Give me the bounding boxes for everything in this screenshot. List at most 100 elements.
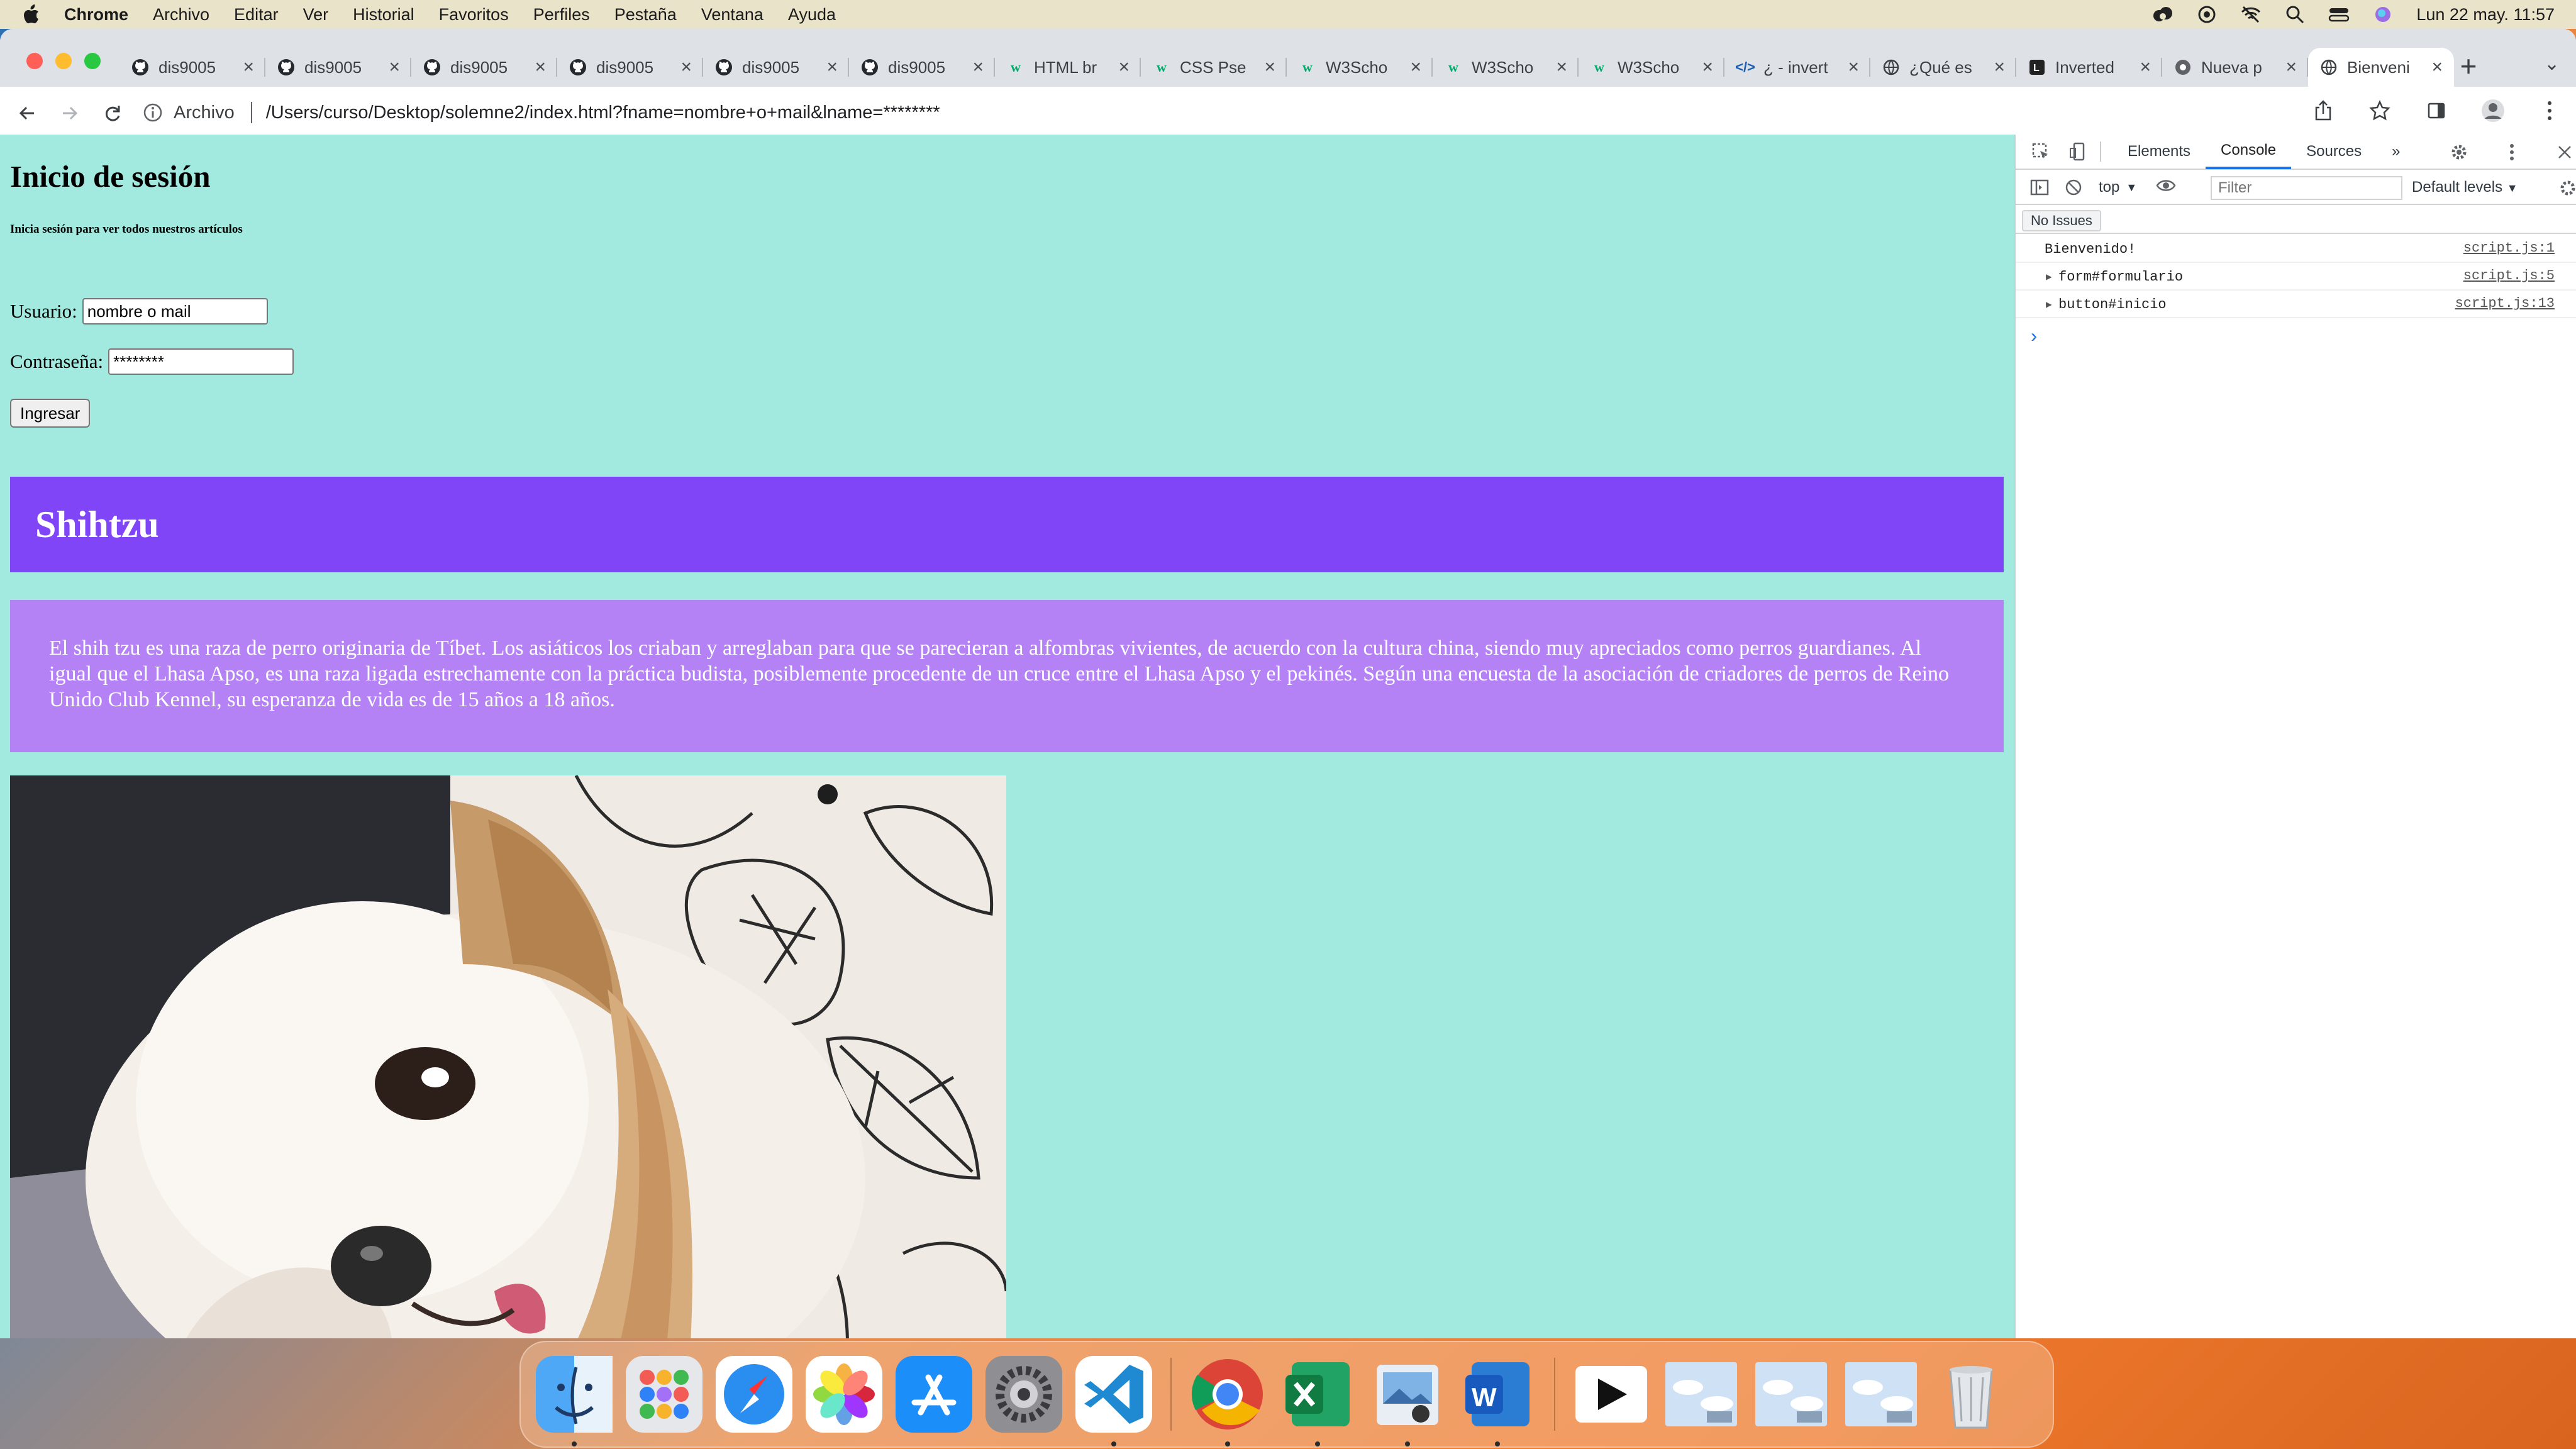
console-prompt-chevron-icon[interactable]: › bbox=[2028, 327, 2040, 348]
creative-cloud-icon[interactable] bbox=[2152, 5, 2174, 24]
issues-badge[interactable]: No Issues bbox=[2022, 210, 2101, 231]
close-window-button[interactable] bbox=[26, 53, 43, 69]
devtools-menu-icon[interactable] bbox=[2499, 140, 2524, 165]
close-tab-icon[interactable]: × bbox=[2285, 57, 2297, 78]
tab-search-chevron-icon[interactable]: ⌄ bbox=[2544, 53, 2560, 75]
close-tab-icon[interactable]: × bbox=[2431, 57, 2443, 78]
close-tab-icon[interactable]: × bbox=[389, 57, 400, 78]
browser-tab[interactable]: w W3Scho × bbox=[1579, 48, 1724, 87]
search-icon[interactable] bbox=[2284, 5, 2306, 24]
console-message-row[interactable]: ▶ button#inicio script.js:13 bbox=[2016, 291, 2576, 318]
close-tab-icon[interactable]: × bbox=[243, 57, 254, 78]
browser-tab[interactable]: w W3Scho × bbox=[1433, 48, 1579, 87]
close-tab-icon[interactable]: × bbox=[2140, 57, 2151, 78]
zoom-window-button[interactable] bbox=[84, 53, 101, 69]
console-source-link[interactable]: script.js:5 bbox=[2463, 268, 2555, 284]
status-circle-icon[interactable] bbox=[2196, 5, 2218, 24]
console-filter-input[interactable] bbox=[2211, 176, 2402, 200]
menu-historial[interactable]: Historial bbox=[353, 5, 414, 25]
window-thumbnail-icon[interactable] bbox=[1753, 1356, 1829, 1433]
browser-tab[interactable]: dis9005 × bbox=[411, 48, 557, 87]
share-icon[interactable] bbox=[2309, 97, 2337, 125]
context-dropdown-icon[interactable]: ▼ bbox=[2126, 181, 2137, 194]
minimize-window-button[interactable] bbox=[55, 53, 72, 69]
browser-tab[interactable]: w HTML br × bbox=[995, 48, 1141, 87]
expand-triangle-icon[interactable]: ▶ bbox=[2046, 270, 2052, 283]
back-button[interactable] bbox=[11, 97, 43, 129]
close-tab-icon[interactable]: × bbox=[1556, 57, 1567, 78]
app-store-icon[interactable] bbox=[896, 1356, 972, 1433]
settings-gear-icon[interactable] bbox=[2446, 140, 2472, 165]
menu-perfiles[interactable]: Perfiles bbox=[533, 5, 590, 25]
reload-button[interactable] bbox=[97, 97, 128, 129]
close-tab-icon[interactable]: × bbox=[826, 57, 838, 78]
browser-tab[interactable]: Nueva p × bbox=[2162, 48, 2308, 87]
close-tab-icon[interactable]: × bbox=[1410, 57, 1421, 78]
close-tab-icon[interactable]: × bbox=[1994, 57, 2005, 78]
browser-tab[interactable]: Bienveni × bbox=[2308, 48, 2454, 87]
menu-ventana[interactable]: Ventana bbox=[701, 5, 763, 25]
menubar-clock[interactable]: Lun 22 may. 11:57 bbox=[2416, 5, 2555, 25]
tab-console[interactable]: Console bbox=[2206, 134, 2292, 169]
close-tab-icon[interactable]: × bbox=[1702, 57, 1713, 78]
launchpad-icon[interactable] bbox=[626, 1356, 702, 1433]
close-tab-icon[interactable]: × bbox=[535, 57, 546, 78]
device-toolbar-icon[interactable] bbox=[2066, 139, 2091, 164]
browser-tab[interactable]: L Inverted × bbox=[2016, 48, 2162, 87]
new-tab-button[interactable]: + bbox=[2453, 50, 2484, 82]
menu-ayuda[interactable]: Ayuda bbox=[788, 5, 836, 25]
address-url[interactable]: /Users/curso/Desktop/solemne2/index.html… bbox=[266, 103, 940, 123]
system-settings-icon[interactable] bbox=[985, 1356, 1062, 1433]
inspect-element-icon[interactable] bbox=[2028, 139, 2053, 164]
menu-app-chrome[interactable]: Chrome bbox=[64, 5, 128, 25]
more-menu-icon[interactable] bbox=[2536, 97, 2563, 125]
browser-tab[interactable]: dis9005 × bbox=[119, 48, 265, 87]
trash-icon[interactable] bbox=[1933, 1356, 2009, 1433]
close-tab-icon[interactable]: × bbox=[972, 57, 984, 78]
menu-editar[interactable]: Editar bbox=[234, 5, 279, 25]
console-settings-icon[interactable] bbox=[2558, 179, 2576, 202]
close-tab-icon[interactable]: × bbox=[680, 57, 692, 78]
word-icon[interactable]: W bbox=[1459, 1356, 1536, 1446]
browser-tab[interactable]: w W3Scho × bbox=[1287, 48, 1433, 87]
forward-button[interactable] bbox=[54, 97, 86, 129]
more-tabs-icon[interactable]: » bbox=[2377, 134, 2415, 169]
safari-icon[interactable] bbox=[716, 1356, 792, 1433]
vscode-icon[interactable] bbox=[1075, 1356, 1152, 1446]
console-message-row[interactable]: ▶ form#formulario script.js:5 bbox=[2016, 263, 2576, 291]
side-panel-icon[interactable] bbox=[2423, 97, 2450, 125]
close-tab-icon[interactable]: × bbox=[1848, 57, 1859, 78]
window-thumbnail-icon[interactable] bbox=[1843, 1356, 1919, 1433]
bookmark-star-icon[interactable] bbox=[2366, 97, 2394, 125]
wifi-off-icon[interactable] bbox=[2240, 5, 2262, 24]
close-devtools-icon[interactable] bbox=[2552, 140, 2576, 165]
address-bar[interactable]: Archivo /Users/curso/Desktop/solemne2/in… bbox=[142, 94, 2375, 131]
preview-icon[interactable] bbox=[1369, 1356, 1446, 1446]
menu-archivo[interactable]: Archivo bbox=[153, 5, 209, 25]
window-thumbnail-icon[interactable] bbox=[1663, 1356, 1740, 1433]
browser-tab[interactable]: dis9005 × bbox=[849, 48, 995, 87]
browser-tab[interactable]: ¿Qué es × bbox=[1870, 48, 2016, 87]
expand-triangle-icon[interactable]: ▶ bbox=[2046, 298, 2052, 311]
apple-menu-icon[interactable] bbox=[21, 4, 40, 25]
tab-elements[interactable]: Elements bbox=[2112, 134, 2206, 169]
console-source-link[interactable]: script.js:13 bbox=[2455, 296, 2555, 311]
browser-tab[interactable]: dis9005 × bbox=[265, 48, 411, 87]
photos-icon[interactable] bbox=[806, 1356, 882, 1433]
browser-tab[interactable]: dis9005 × bbox=[703, 48, 849, 87]
youtube-window-icon[interactable] bbox=[1573, 1356, 1650, 1433]
clear-console-icon[interactable] bbox=[2062, 176, 2085, 199]
password-input[interactable] bbox=[108, 348, 294, 375]
login-button[interactable]: Ingresar bbox=[10, 399, 91, 428]
console-sidebar-icon[interactable] bbox=[2028, 176, 2051, 199]
menu-pestana[interactable]: Pestaña bbox=[614, 5, 677, 25]
browser-tab[interactable]: dis9005 × bbox=[557, 48, 703, 87]
browser-tab[interactable]: w CSS Pse × bbox=[1141, 48, 1287, 87]
browser-tab[interactable]: </> ¿ - invert × bbox=[1724, 48, 1870, 87]
close-tab-icon[interactable]: × bbox=[1264, 57, 1275, 78]
log-levels-dropdown[interactable]: Default levels ▼ bbox=[2412, 179, 2518, 196]
finder-icon[interactable] bbox=[536, 1356, 613, 1446]
user-input[interactable] bbox=[82, 298, 268, 325]
profile-avatar-icon[interactable] bbox=[2479, 97, 2507, 125]
live-expression-eye-icon[interactable] bbox=[2156, 179, 2176, 197]
